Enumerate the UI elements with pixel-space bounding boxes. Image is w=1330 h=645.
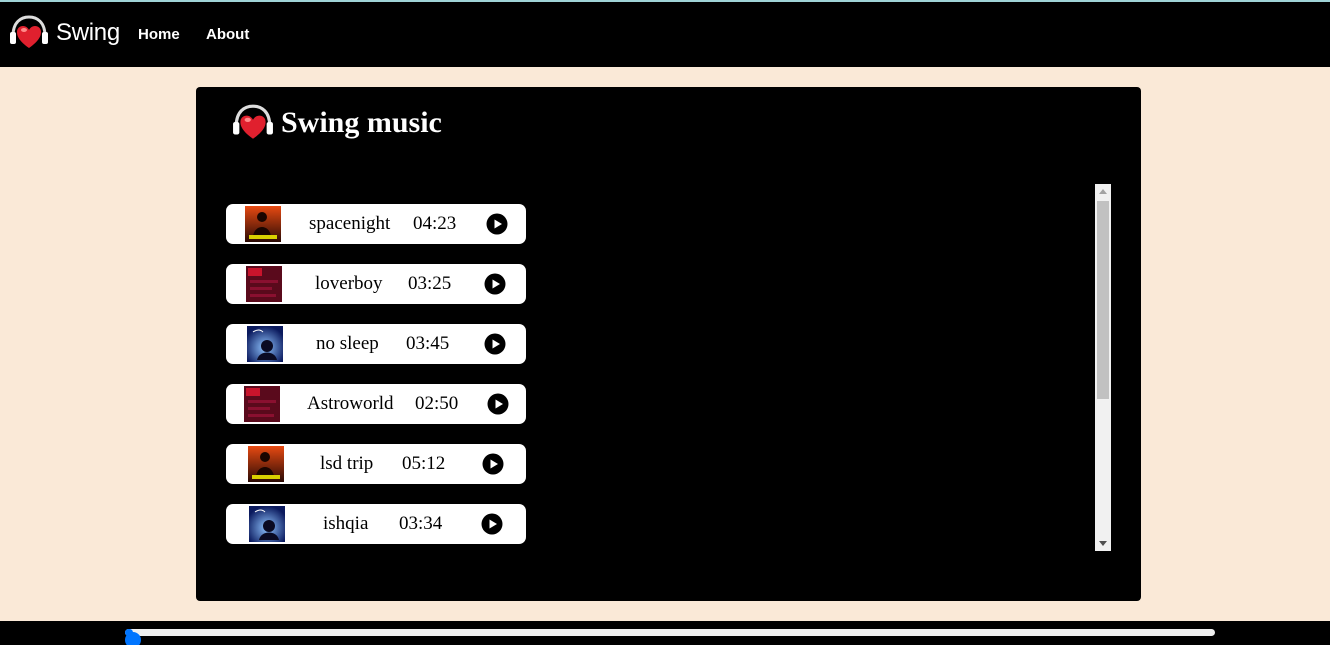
play-icon[interactable] (486, 213, 508, 235)
album-cover-crimson-icon (246, 266, 282, 302)
track-item[interactable]: Astroworld 02:50 (226, 384, 526, 424)
brand-name: Swing (56, 19, 120, 46)
track-item[interactable]: loverboy 03:25 (226, 264, 526, 304)
track-item[interactable]: spacenight 04:23 (226, 204, 526, 244)
navbar: Swing Home About (0, 2, 1330, 67)
play-icon[interactable] (484, 273, 506, 295)
scroll-up-arrow-icon[interactable] (1099, 189, 1107, 194)
music-panel: Swing music spacenight 04:23 loverboy 03… (196, 87, 1141, 601)
heart-headphones-icon (10, 15, 48, 48)
track-title: spacenight (309, 213, 391, 234)
nav-home-link[interactable]: Home (138, 26, 180, 43)
track-title: loverboy (315, 273, 383, 294)
panel-header: Swing music (232, 103, 442, 143)
album-cover-blue-icon (249, 506, 285, 542)
album-cover-sunset-icon (248, 446, 284, 482)
album-cover-crimson-icon (244, 386, 280, 422)
player-bar (0, 621, 1330, 645)
track-list: spacenight 04:23 loverboy 03:25 no sleep… (226, 204, 526, 564)
track-title: no sleep (316, 333, 379, 354)
panel-title: Swing music (281, 106, 442, 139)
play-icon[interactable] (481, 513, 503, 535)
track-duration: 05:12 (402, 453, 446, 474)
track-title: lsd trip (320, 453, 374, 474)
album-cover-blue-icon (247, 326, 283, 362)
track-item[interactable]: ishqia 03:34 (226, 504, 526, 544)
play-icon[interactable] (487, 393, 509, 415)
track-list-scrollbar[interactable] (1095, 184, 1111, 551)
scroll-down-arrow-icon[interactable] (1099, 541, 1107, 546)
track-duration: 03:34 (399, 513, 443, 534)
seek-slider[interactable] (125, 629, 1215, 645)
track-title: Astroworld (307, 393, 394, 414)
track-title: ishqia (323, 513, 369, 534)
track-item[interactable]: no sleep 03:45 (226, 324, 526, 364)
scrollbar-thumb[interactable] (1097, 201, 1109, 399)
nav-about-link[interactable]: About (206, 26, 249, 43)
play-icon[interactable] (482, 453, 504, 475)
album-cover-sunset-icon (245, 206, 281, 242)
track-duration: 03:45 (406, 333, 450, 354)
heart-headphones-icon (233, 104, 273, 139)
track-duration: 03:25 (408, 273, 452, 294)
play-icon[interactable] (484, 333, 506, 355)
brand-link[interactable]: Swing (9, 14, 120, 52)
track-duration: 04:23 (413, 213, 457, 234)
track-duration: 02:50 (415, 393, 459, 414)
track-item[interactable]: lsd trip 05:12 (226, 444, 526, 484)
seek-slider-thumb[interactable] (125, 632, 141, 645)
